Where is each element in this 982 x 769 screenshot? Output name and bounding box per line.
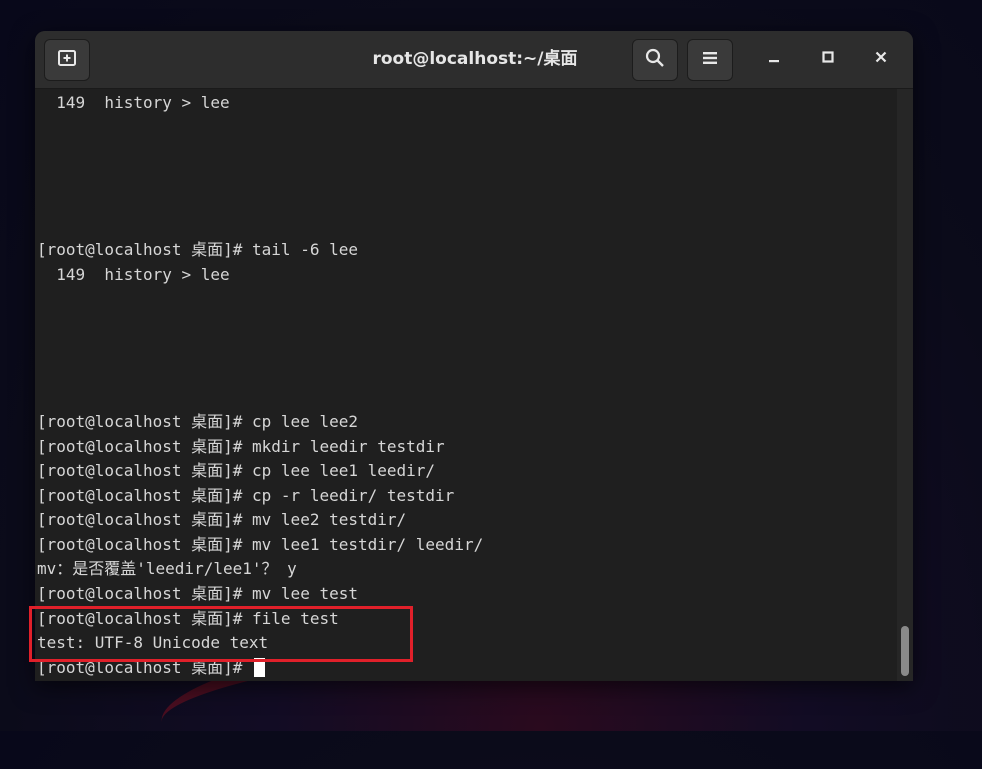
close-icon <box>873 49 889 69</box>
minimize-icon <box>766 49 782 69</box>
terminal-line: [root@localhost 桌面]# mkdir leedir testdi… <box>37 437 445 456</box>
scrollbar[interactable] <box>897 89 913 681</box>
highlight-box <box>29 606 413 662</box>
maximize-icon <box>820 49 836 69</box>
terminal-line: [root@localhost 桌面]# cp -r leedir/ testd… <box>37 486 455 505</box>
terminal-line: [root@localhost 桌面]# cp lee lee2 <box>37 412 358 431</box>
terminal-line: mv：是否覆盖'leedir/lee1'？ y <box>37 559 297 578</box>
terminal-line: 149 history > lee <box>37 93 230 112</box>
minimize-button[interactable] <box>755 39 793 79</box>
hamburger-menu-icon <box>700 48 720 72</box>
new-tab-icon <box>56 47 78 73</box>
search-icon <box>644 47 666 73</box>
terminal-window: root@localhost:~/桌面 149 history > lee [r… <box>35 31 913 681</box>
terminal-line: 149 history > lee <box>37 265 230 284</box>
close-button[interactable] <box>862 39 900 79</box>
terminal-line: [root@localhost 桌面]# mv lee test <box>37 584 358 603</box>
terminal-output[interactable]: 149 history > lee [root@localhost 桌面]# t… <box>35 89 897 681</box>
new-tab-button[interactable] <box>44 39 90 81</box>
scrollbar-thumb[interactable] <box>901 626 909 676</box>
menu-button[interactable] <box>687 39 733 81</box>
maximize-button[interactable] <box>809 39 847 79</box>
header-bar: root@localhost:~/桌面 <box>35 31 913 89</box>
terminal-line: [root@localhost 桌面]# cp lee lee1 leedir/ <box>37 461 436 480</box>
terminal-line: [root@localhost 桌面]# mv lee1 testdir/ le… <box>37 535 484 554</box>
terminal-line: [root@localhost 桌面]# mv lee2 testdir/ <box>37 510 407 529</box>
terminal-line: [root@localhost 桌面]# tail -6 lee <box>37 240 358 259</box>
window-title: root@localhost:~/桌面 <box>372 49 578 69</box>
search-button[interactable] <box>632 39 678 81</box>
